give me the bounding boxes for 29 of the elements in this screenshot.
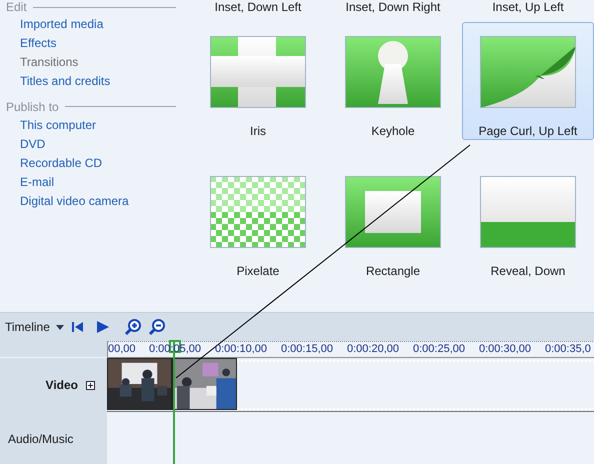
- transition-tile[interactable]: Page Curl, Up Left: [462, 22, 594, 140]
- section-heading: Publish to: [6, 100, 59, 114]
- sidebar-link[interactable]: This computer: [6, 116, 184, 135]
- sidebar-link[interactable]: Transitions: [6, 53, 184, 72]
- transition-tile[interactable]: Reveal, Down: [462, 162, 594, 280]
- expand-icon[interactable]: [86, 380, 95, 390]
- sidebar-link[interactable]: Imported media: [6, 15, 184, 34]
- caret-icon: [56, 324, 64, 330]
- section-heading: Edit: [6, 1, 27, 14]
- transition-tile[interactable]: Rectangle: [327, 162, 459, 280]
- sidebar-link[interactable]: Digital video camera: [6, 192, 184, 211]
- zoom-in-icon[interactable]: [124, 319, 141, 335]
- track-label: Audio/Music: [8, 432, 74, 446]
- transition-tile[interactable]: Keyhole: [327, 22, 459, 140]
- sidebar-link[interactable]: DVD: [6, 135, 184, 154]
- track-label: Video: [46, 378, 78, 392]
- sidebar-link[interactable]: Recordable CD: [6, 154, 184, 173]
- play-icon[interactable]: [96, 321, 109, 333]
- sidebar-link[interactable]: Titles and credits: [6, 72, 184, 91]
- sidebar-link[interactable]: Effects: [6, 34, 184, 53]
- tile-label: Inset, Down Right: [346, 0, 440, 14]
- tile-label: Inset, Up Left: [492, 0, 564, 14]
- zoom-out-icon[interactable]: [148, 319, 165, 335]
- tile-label: Inset, Down Left: [214, 0, 302, 14]
- transition-tile[interactable]: Pixelate: [192, 162, 324, 280]
- transition-tile[interactable]: Iris: [192, 22, 324, 140]
- sidebar-link[interactable]: E-mail: [6, 173, 184, 192]
- skip-back-icon[interactable]: [72, 322, 83, 332]
- timeline-dropdown[interactable]: Timeline: [5, 320, 64, 334]
